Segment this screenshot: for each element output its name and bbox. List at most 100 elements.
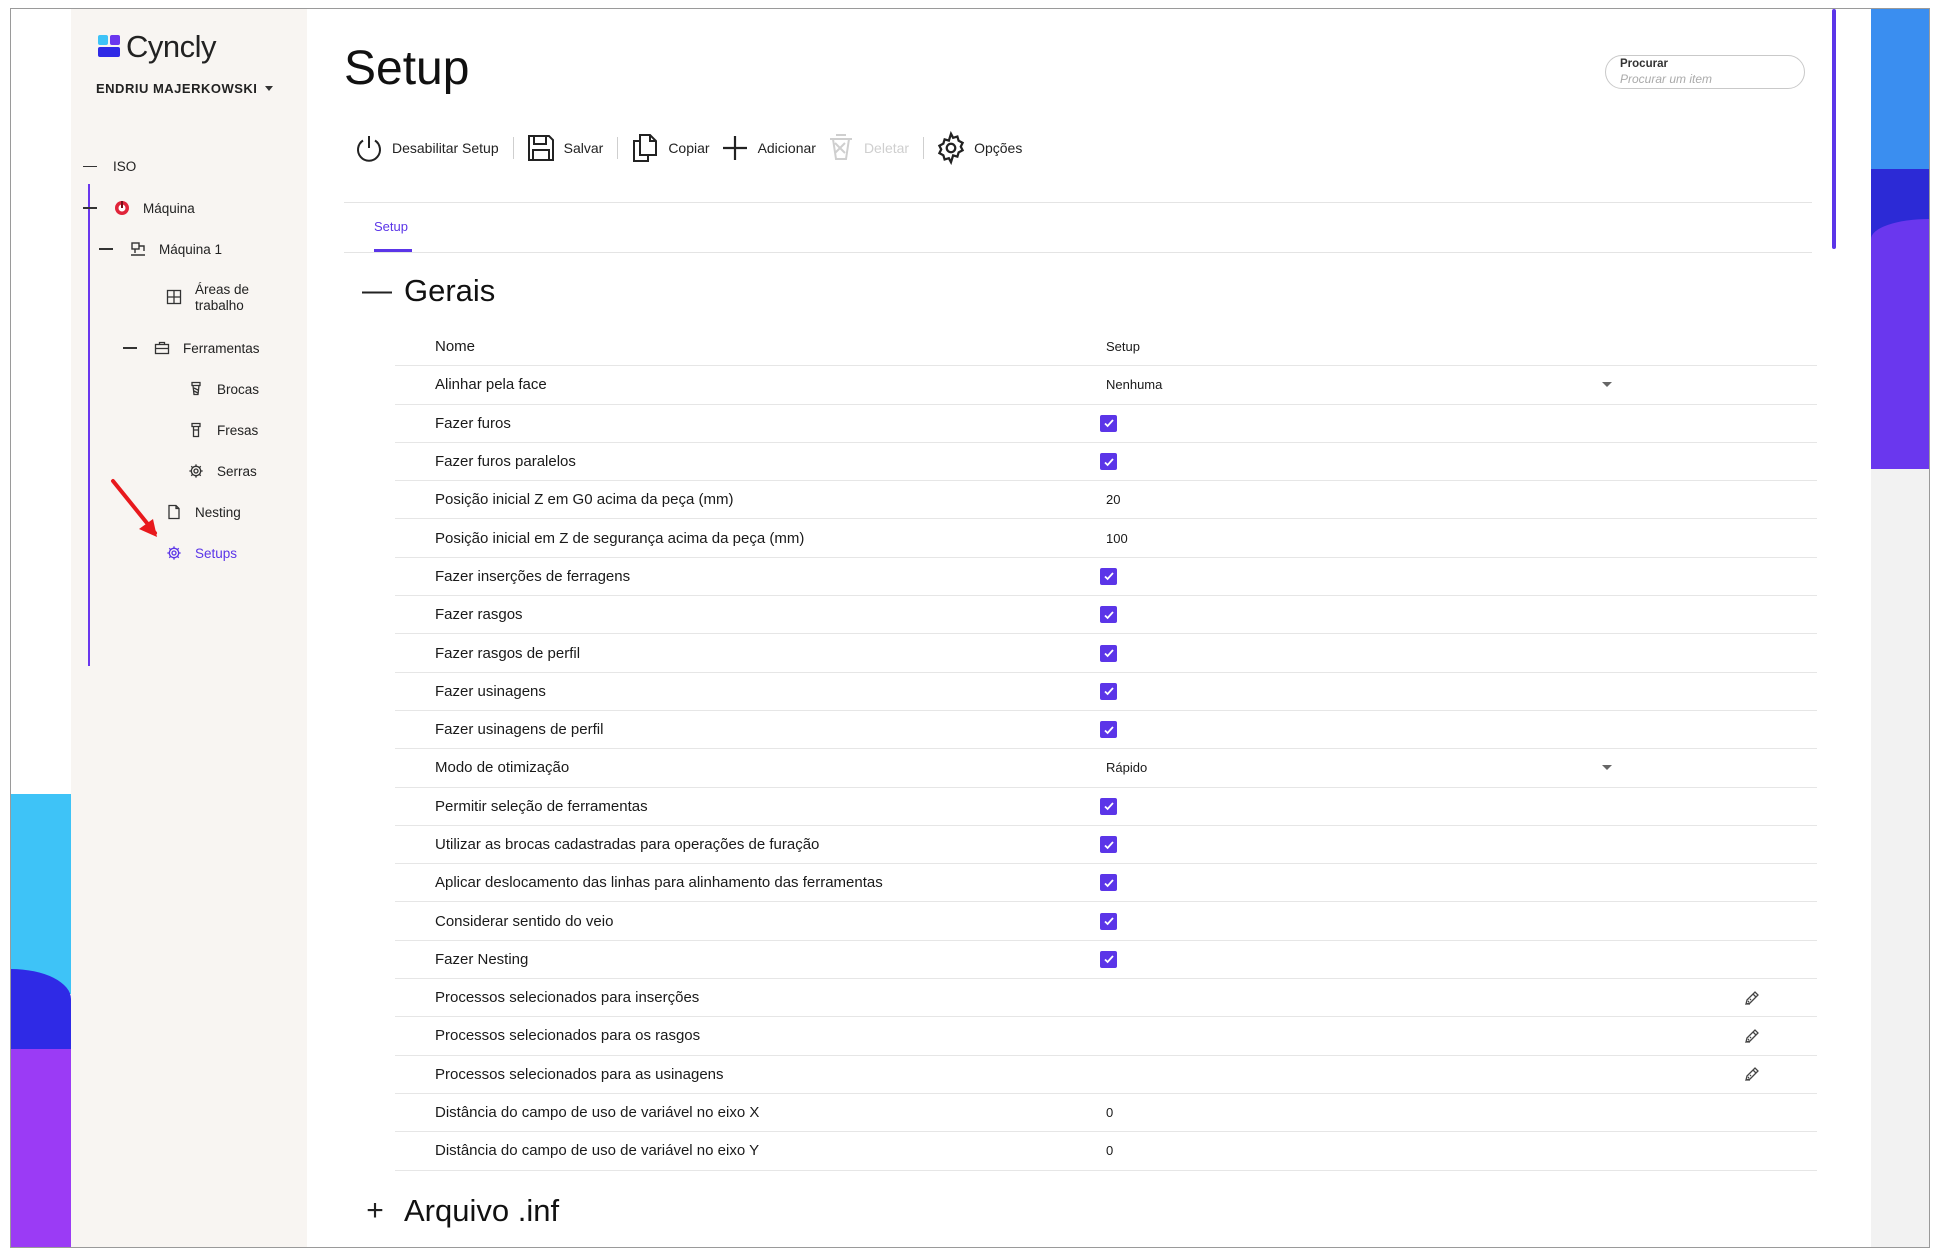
sidebar-item-ferramentas[interactable]: Ferramentas — [123, 339, 260, 357]
property-value[interactable]: 20 — [1106, 492, 1120, 507]
sidebar-item-serras[interactable]: Serras — [187, 462, 257, 480]
trash-icon — [829, 134, 852, 160]
property-row: Processos selecionados para os rasgos — [395, 1017, 1817, 1056]
property-name: Fazer furos paralelos — [435, 453, 576, 471]
property-row: Fazer furos paralelos — [395, 443, 1817, 482]
section-arquivo-inf-header[interactable]: + Arquivo .inf — [362, 1193, 559, 1229]
property-row: Fazer usinagens de perfil — [395, 711, 1817, 750]
collapse-dash-icon — [99, 248, 113, 250]
delete-button[interactable]: Deletar — [824, 131, 917, 165]
search-input[interactable] — [1620, 72, 1790, 86]
options-button[interactable]: Opções — [934, 131, 1030, 165]
property-name: Permitir seleção de ferramentas — [435, 797, 648, 815]
tab-setup[interactable]: Setup — [374, 219, 408, 234]
sidebar-item-maquina-1[interactable]: Máquina 1 — [99, 240, 222, 258]
copy-label: Copiar — [668, 140, 710, 156]
expand-plus-icon: + — [366, 1194, 384, 1227]
property-checkbox[interactable] — [1100, 836, 1117, 853]
section-title: Gerais — [404, 273, 496, 308]
plus-icon — [722, 136, 747, 160]
search-box[interactable]: Procurar — [1605, 55, 1805, 89]
property-row: Modo de otimização Rápido — [395, 749, 1817, 788]
property-name: Distância do campo de uso de variável no… — [435, 1104, 760, 1122]
brand-name: Cyncly — [126, 29, 217, 64]
sidebar-item-label: Ferramentas — [183, 340, 260, 356]
sidebar-item-areas-de-trabalho[interactable]: Áreas de trabalho — [165, 282, 265, 314]
toolbar-divider — [617, 137, 619, 159]
sidebar-item-label: Nesting — [195, 504, 241, 520]
dropdown-caret-icon[interactable] — [1602, 382, 1612, 388]
property-name: Fazer rasgos — [435, 606, 523, 624]
collapse-minus-icon: — — [362, 274, 392, 307]
app-window: Cyncly ENDRIU MAJERKOWSKI ISO Máquina Má — [10, 8, 1930, 1248]
divider — [344, 202, 1812, 203]
property-checkbox[interactable] — [1100, 721, 1117, 739]
search-label: Procurar — [1620, 58, 1668, 70]
property-name: Considerar sentido do veio — [435, 912, 614, 930]
disable-setup-button[interactable]: Desabilitar Setup — [352, 131, 507, 165]
property-name: Processos selecionados para os rasgos — [435, 1027, 701, 1045]
property-name: Fazer usinagens — [435, 682, 546, 700]
property-value[interactable]: 100 — [1106, 531, 1128, 546]
property-select[interactable]: Rápido — [1106, 760, 1147, 775]
sidebar-item-fresas[interactable]: Fresas — [187, 421, 258, 439]
toolbar-divider — [512, 137, 514, 159]
property-name: Posição inicial Z em G0 acima da peça (m… — [435, 491, 734, 509]
vertical-scrollbar[interactable] — [1832, 9, 1836, 249]
gear-icon — [937, 131, 965, 165]
property-row: Considerar sentido do veio — [395, 902, 1817, 941]
toolbar-divider — [923, 137, 925, 159]
sidebar-item-setups[interactable]: Setups — [165, 544, 237, 562]
sidebar-item-maquina[interactable]: Máquina — [83, 199, 195, 217]
brand-logo[interactable]: Cyncly — [98, 29, 217, 65]
toolbox-icon — [153, 339, 171, 357]
add-button[interactable]: Adicionar — [718, 131, 824, 165]
property-name: Fazer furos — [435, 414, 511, 432]
property-checkbox[interactable] — [1100, 644, 1117, 662]
annotation-arrow-icon — [111, 479, 157, 537]
save-button[interactable]: Salvar — [524, 131, 612, 165]
properties-grid: Nome Setup Alinhar pela face Nenhuma Fazer f… — [395, 328, 1817, 1171]
property-checkbox[interactable] — [1100, 950, 1117, 968]
property-name: Fazer usinagens de perfil — [435, 721, 604, 739]
property-name: Processos selecionados para as usinagens — [435, 1065, 724, 1083]
power-icon — [357, 136, 381, 162]
sidebar-item-label: Máquina 1 — [159, 241, 223, 257]
property-row: Fazer furos — [395, 405, 1817, 443]
property-checkbox[interactable] — [1100, 874, 1117, 892]
property-name: Nome — [435, 338, 476, 356]
user-menu[interactable]: ENDRIU MAJERKOWSKI — [96, 81, 274, 96]
property-checkbox[interactable] — [1100, 797, 1117, 815]
property-name: Posição inicial em Z de segurança acima … — [435, 529, 805, 547]
property-name: Fazer rasgos de perfil — [435, 644, 581, 662]
sidebar-item-nesting[interactable]: Nesting — [165, 503, 241, 521]
dropdown-caret-icon[interactable] — [1602, 765, 1612, 771]
sidebar-item-label: Máquina — [143, 200, 195, 216]
save-disk-icon — [527, 135, 554, 161]
property-checkbox[interactable] — [1100, 912, 1117, 930]
saw-gear-icon — [187, 462, 205, 480]
options-label: Opções — [974, 140, 1023, 156]
property-row: Nome Setup — [395, 328, 1817, 367]
sidebar-item-brocas[interactable]: Brocas — [187, 380, 259, 398]
section-gerais-header[interactable]: — Gerais — [362, 273, 495, 309]
property-checkbox[interactable] — [1100, 606, 1117, 624]
property-checkbox[interactable] — [1100, 682, 1117, 700]
edit-pencil-icon[interactable] — [1743, 1065, 1761, 1083]
property-checkbox[interactable] — [1100, 414, 1117, 432]
property-row: Distância do campo de uso de variável no… — [395, 1094, 1817, 1133]
property-checkbox[interactable] — [1100, 567, 1117, 585]
property-checkbox[interactable] — [1100, 453, 1117, 471]
property-row: Posição inicial Z em G0 acima da peça (m… — [395, 481, 1817, 520]
divider — [344, 252, 1812, 253]
property-value[interactable]: 0 — [1106, 1143, 1113, 1158]
property-name: Fazer inserções de ferragens — [435, 567, 631, 585]
edit-pencil-icon[interactable] — [1743, 1027, 1761, 1045]
property-value[interactable]: 0 — [1106, 1105, 1113, 1120]
copy-button[interactable]: Copiar — [628, 131, 717, 165]
sidebar-item-iso[interactable]: ISO — [83, 159, 136, 174]
property-select[interactable]: Nenhuma — [1106, 377, 1162, 392]
edit-pencil-icon[interactable] — [1743, 989, 1761, 1007]
property-value[interactable]: Setup — [1106, 339, 1140, 354]
property-row: Fazer inserções de ferragens — [395, 558, 1817, 597]
